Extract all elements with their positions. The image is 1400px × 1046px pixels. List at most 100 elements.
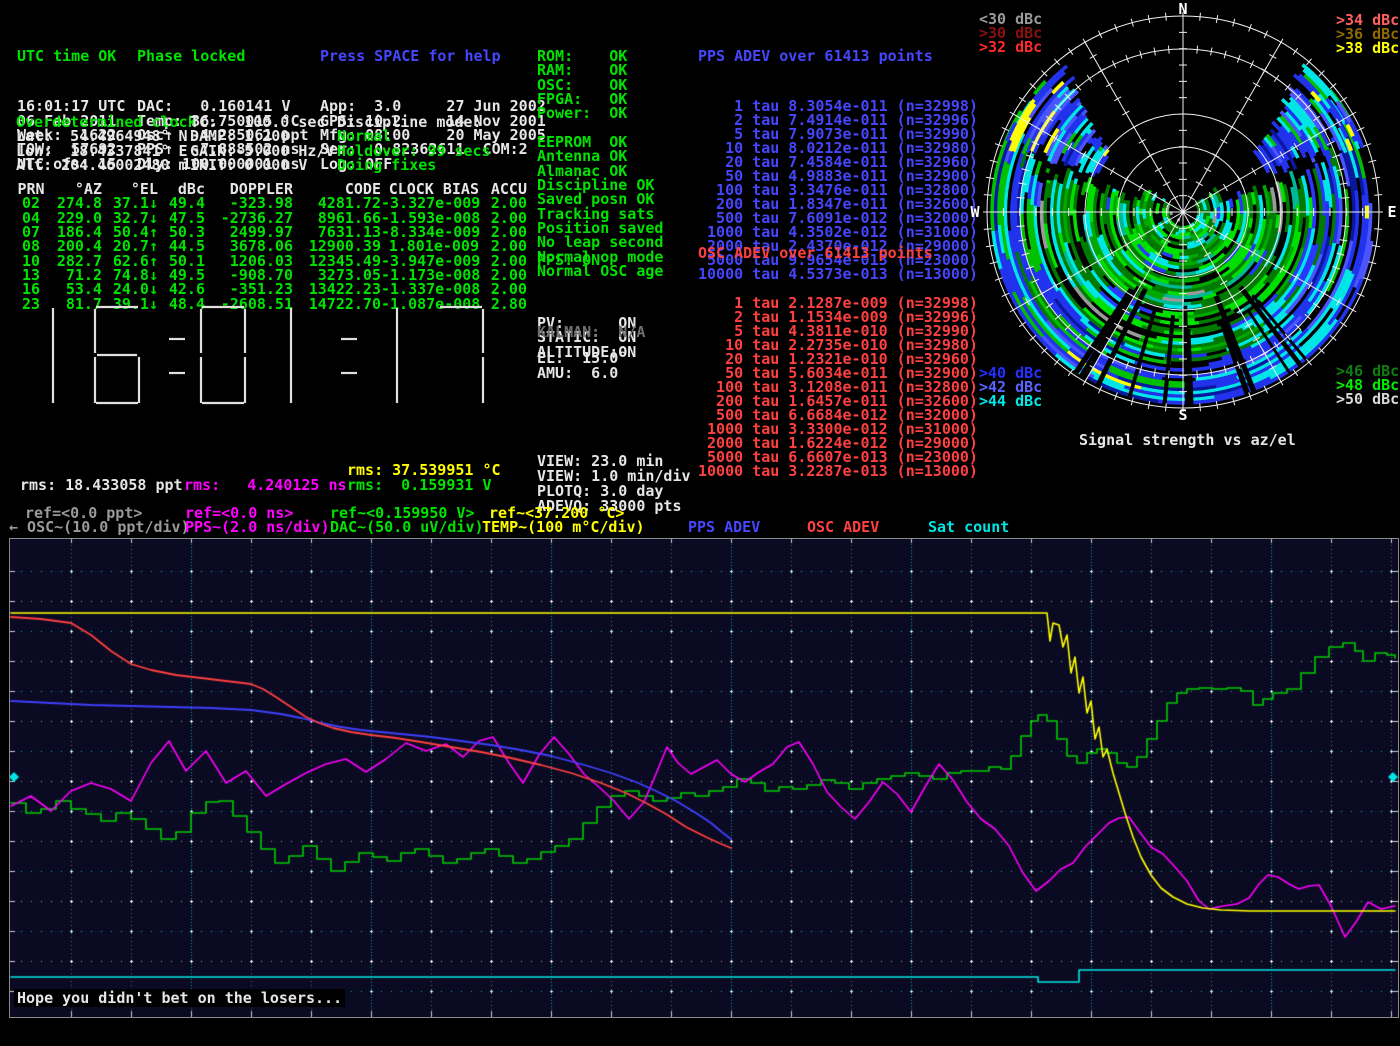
signal-arc <box>1122 193 1124 203</box>
signal-arc <box>1179 240 1192 241</box>
dbc-legend-bottom-right: >46 dBc>48 dBc>50 dBc <box>1336 364 1399 407</box>
utc-status-title: UTC time OK <box>17 49 125 63</box>
dbc-legend-entry: >32 dBc <box>979 40 1042 54</box>
compass-label-e: E <box>1387 203 1396 221</box>
signal-arc <box>1237 200 1238 222</box>
signal-arc <box>1116 191 1118 197</box>
plot-trace-label: OSC ADEV <box>807 518 879 536</box>
satellite-table: PRN°AZ°ELdBcDOPPLERCODECLOCK BIASACCU022… <box>16 182 527 311</box>
signal-arc <box>1313 158 1315 162</box>
compass-label-s: S <box>1178 406 1187 424</box>
signal-arc <box>1063 66 1067 69</box>
signal-arc <box>1108 185 1109 188</box>
signal-arc <box>1058 182 1059 184</box>
signal-arc <box>1228 213 1229 221</box>
signal-arc <box>1179 233 1190 234</box>
signal-arc <box>1144 201 1145 209</box>
signal-arc <box>1277 215 1278 229</box>
rms-readout-dac: rms: 0.159931 V <box>347 476 492 494</box>
signal-arc <box>1114 189 1115 192</box>
signal-arc <box>1086 119 1088 121</box>
signal-arc <box>1221 203 1222 213</box>
odclock-cell: Alt: 204.46002480 m <box>16 156 188 174</box>
signal-arc <box>1099 147 1102 151</box>
dbc-legend-bottom-left: >40 dBc>42 dBc>44 dBc <box>979 366 1042 409</box>
odclock-cell: Doing fixes <box>337 156 436 174</box>
signal-arc <box>1163 312 1194 314</box>
signal-arc <box>1125 200 1126 203</box>
signal-arc <box>1048 180 1049 183</box>
polar-caption: Signal strength vs az/el <box>1079 431 1296 449</box>
signal-arc <box>1136 197 1137 199</box>
signal-arc <box>1207 203 1208 216</box>
signal-arc <box>1173 257 1180 258</box>
signal-arc <box>1189 255 1199 257</box>
signal-arc <box>1164 202 1166 208</box>
signal-strength-polar-plot: N E S W <box>968 0 1400 424</box>
signal-arc <box>1124 204 1126 228</box>
plot-trace-label: ← OSC~(10.0 ppt/div) <box>9 518 190 536</box>
signal-arc <box>1164 208 1165 217</box>
pps-adev-title: PPS ADEV over 61413 points <box>698 49 978 63</box>
signal-arc <box>1145 219 1147 227</box>
adev-row: 10000 tau 3.2287e-013 (n=13000) <box>698 464 978 478</box>
plot-trace-label: PPS ADEV <box>688 518 760 536</box>
odclock-cell: INIT: 0.000 V <box>190 156 307 174</box>
signal-arc <box>1137 206 1139 224</box>
signal-arc <box>1036 161 1040 174</box>
signal-arc <box>1187 242 1195 244</box>
seven-segment-clock <box>12 303 492 413</box>
plot-message: Hope you didn't bet on the losers... <box>14 989 345 1007</box>
signal-shadow <box>1188 329 1191 408</box>
polar-grid <box>983 12 1383 412</box>
rms-readout-osc: rms: 18.433058 ppt <box>20 476 183 494</box>
signal-arc <box>1260 195 1262 223</box>
plot-trace-label: PPS~(2.0 ns/div) <box>185 518 330 536</box>
dbc-legend-top-right: >34 dBc>36 dBc>38 dBc <box>1336 13 1399 56</box>
dbc-legend-top-left: <30 dBc>30 dBc>32 dBc <box>979 12 1042 55</box>
signal-arc <box>1047 168 1048 172</box>
heather-monitor-screen: UTC time OK 16:01:17 UTC06 Feb 2011Week:… <box>0 0 1400 1046</box>
signal-arc <box>1083 182 1086 195</box>
signal-arc <box>1250 218 1252 228</box>
signal-arc <box>1175 233 1178 234</box>
signal-arc <box>1108 197 1109 209</box>
signal-arc <box>1221 213 1222 221</box>
pps-state: PPS: ON <box>537 251 600 269</box>
signal-arc <box>1218 207 1219 218</box>
signal-arc <box>1186 230 1190 231</box>
signal-arc <box>1048 198 1049 232</box>
signal-arc <box>1138 200 1139 206</box>
help-block: Press SPACE for help App: 3.0 27 Jun 200… <box>320 13 546 207</box>
signal-arc <box>1104 146 1107 149</box>
signal-arc <box>1151 201 1153 210</box>
signal-arc <box>1166 272 1176 274</box>
signal-arc <box>1195 225 1198 228</box>
signal-arc <box>1144 191 1146 196</box>
phase-block: Phase locked DAC: 0.160141 VTemp: 36.750… <box>137 13 309 207</box>
signal-arc <box>1328 145 1329 146</box>
plot-trace-label: Sat count <box>928 518 1009 536</box>
dbc-legend-entry: >44 dBc <box>979 394 1042 408</box>
signal-arc <box>1203 219 1204 222</box>
plot-trace-label: DAC~(50.0 uV/div) <box>330 518 484 536</box>
compass-label-n: N <box>1178 0 1187 18</box>
signal-arc <box>1230 199 1232 208</box>
utc-status-block: UTC time OK 16:01:17 UTC06 Feb 2011Week:… <box>17 13 125 207</box>
compass-label-w: W <box>970 203 980 221</box>
strip-chart-plot[interactable] <box>9 538 1399 1018</box>
signal-arc <box>1164 199 1165 201</box>
signal-arc <box>1344 147 1346 153</box>
osc-adev-title: OSC ADEV over 61413 points <box>698 246 978 260</box>
signal-arc <box>1227 201 1228 213</box>
signal-arc <box>1170 365 1221 370</box>
signal-arc <box>1176 273 1196 274</box>
overdetermined-clock-block: Overdetermined clockTC: 100.0 secDiscipl… <box>16 113 536 175</box>
signal-arc <box>1144 209 1145 219</box>
signal-arc <box>1211 212 1212 219</box>
rms-readout-pps: rms: 4.240125 ns <box>184 476 347 494</box>
kalman-state: KALMAN: N/A <box>537 323 645 341</box>
signal-arc <box>1183 237 1191 238</box>
signal-arc <box>1075 209 1079 241</box>
help-title: Press SPACE for help <box>320 49 546 63</box>
